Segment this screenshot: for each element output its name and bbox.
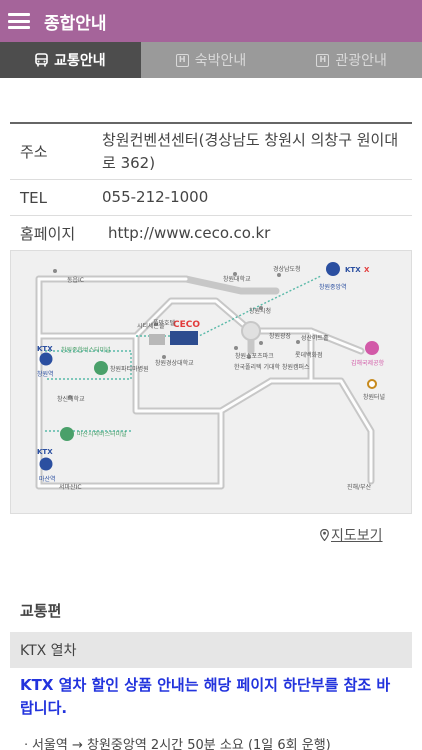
svg-text:김해국제공항: 김해국제공항 [351,359,385,367]
svg-text:경상남도청: 경상남도청 [273,265,301,273]
svg-text:창원종합버스터미널: 창원종합버스터미널 [61,346,111,354]
hotel-icon: H [316,53,330,67]
tab-tourism[interactable]: H 관광안내 [281,42,422,78]
ktx-route-line: ㆍ서울역 → 창원중앙역 2시간 50분 소요 (1일 6회 운행) [20,738,331,750]
tab-label: 관광안내 [335,53,387,69]
app-header: 종합안내 [0,0,422,42]
tel-value[interactable]: 055-212-1000 [102,181,412,214]
homepage-label: 홈페이지 [20,224,76,243]
svg-text:창원터널: 창원터널 [363,393,385,401]
ktx-section-header: KTX 열차 [10,632,412,668]
svg-text:서마산IC: 서마산IC [59,483,82,491]
airport-icon [365,341,379,355]
svg-text:창원대학교: 창원대학교 [223,275,251,283]
tab-transport[interactable]: 교통안내 [0,42,141,78]
svg-text:창원시청: 창원시청 [249,307,271,315]
svg-text:창원경상대학교: 창원경상대학교 [155,359,194,367]
tab-label: 숙박안내 [194,53,247,69]
tab-label: 교통안내 [54,53,106,69]
ktx-notice: KTX 열차 할인 상품 안내는 해당 페이지 하단부를 참조 바랍니다. [20,676,391,717]
svg-text:진해/부산: 진해/부산 [347,483,372,491]
tunnel-marker [367,379,377,389]
tab-bar: 교통안내 H 숙박안내 H 관광안내 [0,42,422,78]
svg-text:KTX: KTX [37,448,53,456]
address-label: 주소 [20,143,48,161]
svg-text:롯데백화점: 롯데백화점 [295,351,323,359]
svg-text:마산역: 마산역 [39,475,56,483]
tab-lodging[interactable]: H 숙박안내 [141,42,282,78]
bus-terminal-marker [94,361,108,375]
svg-text:한국폴리텍 기대학 창원캠퍼스: 한국폴리텍 기대학 창원캠퍼스 [234,363,310,371]
location-map[interactable]: KTX X 창원중앙역 KTX 창원역 KTX 마산역 CECO 동읍IC 경상… [10,250,412,514]
bus-icon [35,53,48,67]
section-title: 교통편 [20,602,62,620]
ceco-building [170,331,198,345]
svg-text:X: X [364,266,370,274]
svg-text:창원역: 창원역 [37,370,54,378]
map-pin-icon [320,529,329,541]
tel-row: TEL 055-212-1000 [10,180,412,216]
homepage-row: 홈페이지 http://www.ceco.co.kr [10,216,412,250]
address-row: 주소 창원컨벤션센터(경상남도 창원시 의창구 원이대로 362) [10,124,412,180]
svg-text:풀만호텔: 풀만호텔 [153,319,176,327]
menu-icon[interactable] [8,13,30,29]
info-table: 주소 창원컨벤션센터(경상남도 창원시 의창구 원이대로 362) TEL 05… [10,122,412,250]
view-map-link[interactable]: 지도보기 [320,525,383,545]
hotel-icon: H [175,53,189,67]
page-title: 종합안내 [44,13,107,34]
svg-text:창원파티마병원: 창원파티마병원 [110,365,149,373]
address-value: 창원컨벤션센터(경상남도 창원시 의창구 원이대로 362) [102,130,399,172]
svg-text:성산아트홀: 성산아트홀 [301,334,329,342]
svg-text:동읍IC: 동읍IC [67,277,84,284]
svg-text:창신대학교: 창신대학교 [57,395,85,403]
svg-text:CECO: CECO [173,320,200,330]
tel-label: TEL [20,188,47,207]
svg-text:KTX: KTX [345,266,361,274]
homepage-link[interactable]: http://www.ceco.co.kr [102,217,412,250]
svg-text:KTX: KTX [37,345,53,353]
bus-terminal-marker [60,427,74,441]
svg-text:창원광장: 창원광장 [269,332,292,340]
svg-text:창원중앙역: 창원중앙역 [319,283,347,291]
svg-text:창원스포츠파크: 창원스포츠파크 [235,352,274,360]
view-map-label: 지도보기 [331,528,383,544]
svg-text:마산시외버스터미널: 마산시외버스터미널 [77,430,127,438]
